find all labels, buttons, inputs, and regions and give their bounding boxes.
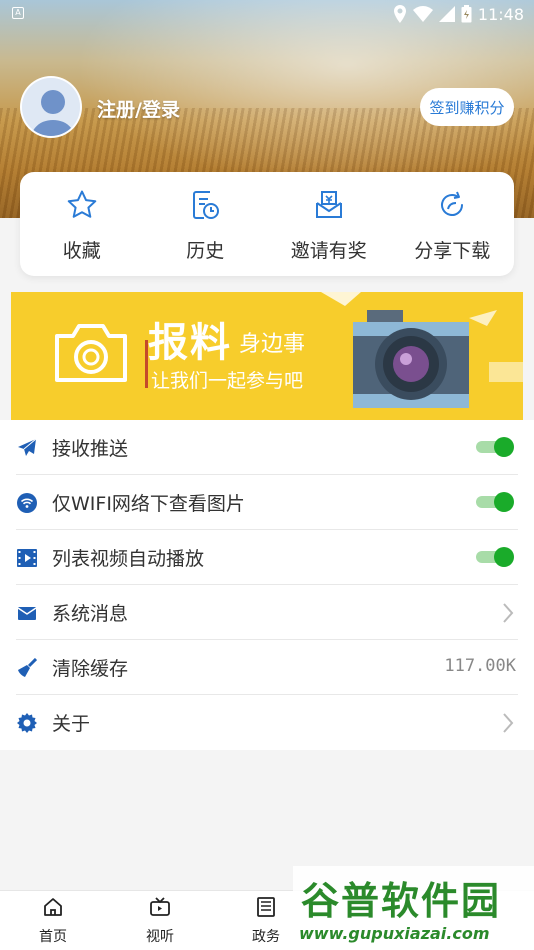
gear-icon bbox=[17, 712, 37, 733]
wifi-icon bbox=[17, 492, 37, 513]
nav-label: 首页 bbox=[39, 929, 67, 945]
cell-signal-icon bbox=[438, 6, 455, 22]
quick-action-invite[interactable]: 邀请有奖 bbox=[267, 172, 391, 276]
nav-audio-video[interactable]: 视听 bbox=[130, 896, 190, 946]
banner-subtitle: 让我们一起参与吧 bbox=[151, 370, 304, 392]
setting-clear-cache[interactable]: 清除缓存 117.00K bbox=[0, 640, 534, 695]
setting-label: 列表视频自动播放 bbox=[52, 548, 205, 570]
quick-actions-card: 收藏 历史 邀请有奖 分享下载 bbox=[20, 172, 514, 276]
status-bar: A 11:48 bbox=[0, 0, 534, 28]
broom-icon bbox=[18, 657, 37, 677]
quick-action-history[interactable]: 历史 bbox=[144, 172, 268, 276]
wifi-images-toggle[interactable] bbox=[476, 492, 516, 512]
paper-plane-decoration-icon bbox=[321, 292, 361, 306]
invite-icon bbox=[315, 191, 342, 218]
nav-label: 视听 bbox=[146, 929, 174, 945]
ticket-decoration-icon bbox=[489, 362, 523, 382]
news-icon bbox=[257, 897, 275, 917]
checkin-button[interactable]: 签到赚积分 bbox=[420, 88, 514, 126]
watermark-url: www.gupuxiazai.com bbox=[299, 924, 490, 943]
send-icon bbox=[18, 438, 37, 456]
nav-government[interactable]: 政务 bbox=[236, 896, 296, 946]
setting-label: 接收推送 bbox=[52, 438, 129, 460]
video-icon bbox=[17, 548, 37, 567]
star-icon bbox=[67, 190, 97, 218]
setting-wifi-images[interactable]: 仅WIFI网络下查看图片 bbox=[0, 475, 534, 530]
setting-label: 清除缓存 bbox=[52, 658, 129, 680]
quick-action-label: 邀请有奖 bbox=[290, 240, 367, 262]
quick-action-label: 分享下载 bbox=[414, 240, 491, 262]
cache-size-value: 117.00K bbox=[444, 656, 516, 676]
tv-icon bbox=[150, 897, 170, 916]
home-icon bbox=[44, 898, 62, 916]
setting-label: 系统消息 bbox=[52, 603, 129, 625]
clock: 11:48 bbox=[477, 4, 524, 24]
setting-label: 关于 bbox=[52, 713, 91, 735]
banner-title: 报料 bbox=[148, 319, 232, 366]
nav-home[interactable]: 首页 bbox=[23, 896, 83, 946]
banner-title-suffix: 身边事 bbox=[239, 332, 306, 357]
quick-action-label: 收藏 bbox=[62, 240, 101, 262]
share-icon bbox=[441, 191, 464, 216]
quick-action-label: 历史 bbox=[186, 240, 225, 262]
nav-label: 政务 bbox=[252, 929, 280, 945]
setting-receive-push[interactable]: 接收推送 bbox=[0, 420, 534, 475]
chevron-right-icon bbox=[503, 713, 514, 733]
setting-about[interactable]: 关于 bbox=[0, 695, 534, 750]
camera-illustration-icon bbox=[353, 310, 469, 408]
login-register-link[interactable]: 注册/登录 bbox=[97, 95, 180, 122]
autoplay-toggle[interactable] bbox=[476, 547, 516, 567]
location-icon bbox=[393, 5, 406, 23]
chevron-right-icon bbox=[503, 603, 514, 623]
setting-label: 仅WIFI网络下查看图片 bbox=[52, 493, 245, 515]
history-icon bbox=[193, 191, 220, 219]
watermark: 谷普软件园 www.gupuxiazai.com bbox=[293, 866, 534, 950]
paper-plane-decoration-icon bbox=[469, 310, 497, 326]
setting-autoplay-video[interactable]: 列表视频自动播放 bbox=[0, 530, 534, 585]
camera-outline-icon bbox=[55, 324, 127, 382]
settings-list: 接收推送 仅WIFI网络下查看图片 列表视频自动播放 系统消息 清除缓存 117… bbox=[0, 420, 534, 750]
quick-action-favorites[interactable]: 收藏 bbox=[20, 172, 144, 276]
setting-system-messages[interactable]: 系统消息 bbox=[0, 585, 534, 640]
push-toggle[interactable] bbox=[476, 437, 516, 457]
quick-action-share[interactable]: 分享下载 bbox=[391, 172, 515, 276]
watermark-title: 谷普软件园 bbox=[301, 879, 502, 923]
a-notification-icon: A bbox=[12, 7, 24, 19]
avatar[interactable] bbox=[20, 76, 82, 138]
mail-icon bbox=[17, 606, 37, 620]
wifi-signal-icon bbox=[412, 6, 433, 22]
report-banner[interactable]: 报料 身边事 让我们一起参与吧 bbox=[11, 292, 523, 420]
battery-icon bbox=[461, 5, 472, 23]
